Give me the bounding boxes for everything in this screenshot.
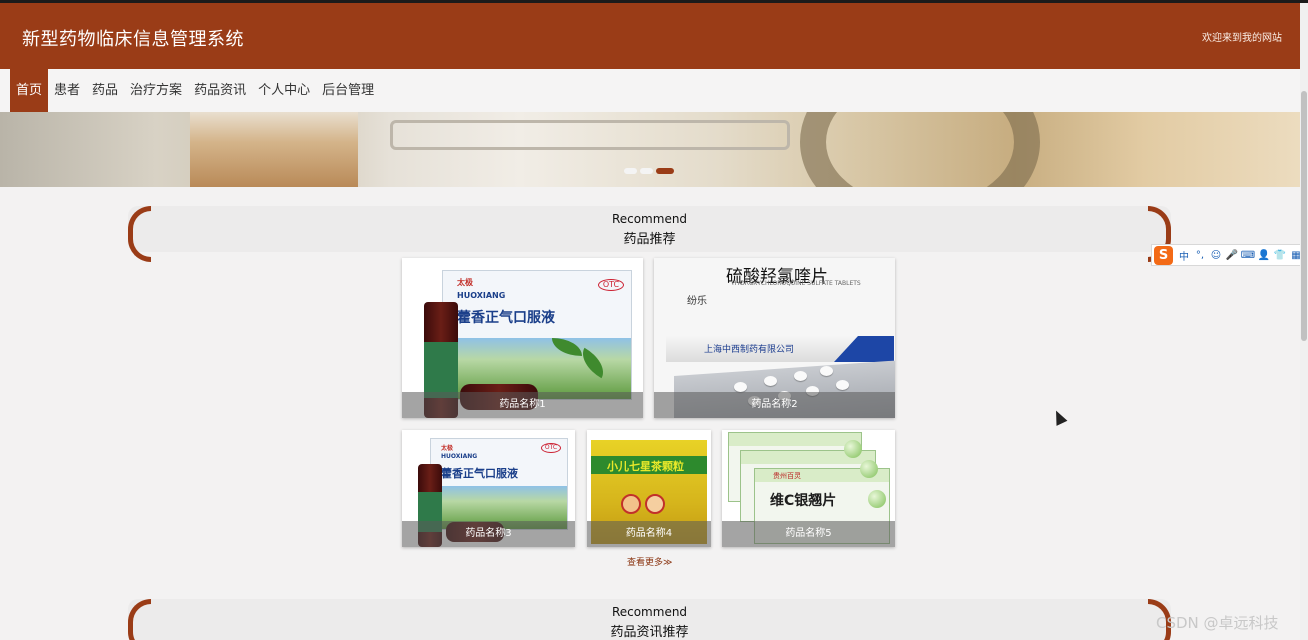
section-title-cn: 药品资讯推荐 xyxy=(610,625,689,640)
product-card-1[interactable]: 太极 HUOXIANG 藿香正气口服液 OTC 药品名称1 xyxy=(402,258,643,418)
product-name: 药品名称5 xyxy=(722,521,895,547)
ime-skin-icon[interactable]: 👕 xyxy=(1272,250,1288,261)
site-title: 新型药物临床信息管理系统 xyxy=(22,29,244,50)
product-name: 药品名称3 xyxy=(402,521,575,547)
banner-bed-image xyxy=(390,120,790,150)
ime-user-icon[interactable]: 👤 xyxy=(1256,250,1272,261)
nav-item-admin[interactable]: 后台管理 xyxy=(316,69,380,112)
main-nav: 首页 患者 药品 治疗方案 药品资讯 个人中心 后台管理 xyxy=(0,69,1300,112)
section-header-news-recommend: Recommend 药品资讯推荐 xyxy=(128,599,1171,640)
nav-item-treatment-plans[interactable]: 治疗方案 xyxy=(124,69,188,112)
ime-emoji-icon[interactable]: ☺ xyxy=(1208,250,1224,261)
product-name: 药品名称4 xyxy=(587,521,711,547)
site-header: 新型药物临床信息管理系统 欢迎来到我的网站 xyxy=(0,3,1300,69)
product-card-2[interactable]: 硫酸羟氯喹片 HYDROXYCHLOROQUINE SULFATE TABLET… xyxy=(654,258,895,418)
section-header-drug-recommend: Recommend 药品推荐 xyxy=(128,206,1171,262)
ime-keyboard-icon[interactable]: ⌨ xyxy=(1240,250,1256,261)
product-name: 药品名称1 xyxy=(402,392,643,418)
ime-punctuation-icon[interactable]: °, xyxy=(1192,250,1208,261)
sogou-logo-icon[interactable]: S xyxy=(1154,245,1173,265)
nav-item-personal-center[interactable]: 个人中心 xyxy=(252,69,316,112)
product-card-4[interactable]: 小儿七星茶颗粒 药品名称4 xyxy=(587,430,711,547)
carousel-dot-3-active[interactable] xyxy=(656,168,674,174)
carousel-dot-2[interactable] xyxy=(640,168,653,174)
banner-cabinet-image xyxy=(190,112,358,187)
nav-item-home[interactable]: 首页 xyxy=(10,69,49,112)
section-title-cn: 药品推荐 xyxy=(623,232,676,247)
view-more-link[interactable]: 查看更多≫ xyxy=(627,555,672,568)
product-card-3[interactable]: 太极 HUOXIANG 藿香正气口服液 OTC 药品名称3 xyxy=(402,430,575,547)
carousel-dot-1[interactable] xyxy=(624,168,637,174)
product-name: 药品名称2 xyxy=(654,392,895,418)
mouse-cursor-icon xyxy=(1050,408,1068,426)
section-title-en: Recommend xyxy=(611,212,688,226)
carousel-indicators xyxy=(624,168,674,174)
banner-floor-pattern xyxy=(800,112,1040,187)
ime-toolbar[interactable]: S 中 °, ☺ 🎤 ⌨ 👤 👕 ▦ xyxy=(1151,244,1306,266)
welcome-text: 欢迎来到我的网站 xyxy=(1202,33,1282,44)
product-image-huoxiang-box: 太极 HUOXIANG 藿香正气口服液 OTC xyxy=(442,270,632,400)
page-scrollbar[interactable] xyxy=(1300,3,1308,640)
product-image-huoxiang-box: 太极 HUOXIANG 藿香正气口服液 OTC xyxy=(430,438,568,530)
nav-item-drugs[interactable]: 药品 xyxy=(86,69,124,112)
hero-carousel[interactable] xyxy=(0,112,1300,187)
nav-item-patients[interactable]: 患者 xyxy=(48,69,86,112)
product-card-5[interactable]: 贵州百灵 维C银翘片 药品名称5 xyxy=(722,430,895,547)
section-title-en: Recommend xyxy=(611,605,688,619)
ime-chinese-mode-icon[interactable]: 中 xyxy=(1176,248,1192,263)
scrollbar-thumb[interactable] xyxy=(1301,91,1307,341)
watermark: CSDN @卓远科技 xyxy=(1156,614,1279,632)
nav-item-drug-news[interactable]: 药品资讯 xyxy=(188,69,252,112)
ime-voice-icon[interactable]: 🎤 xyxy=(1224,250,1240,261)
